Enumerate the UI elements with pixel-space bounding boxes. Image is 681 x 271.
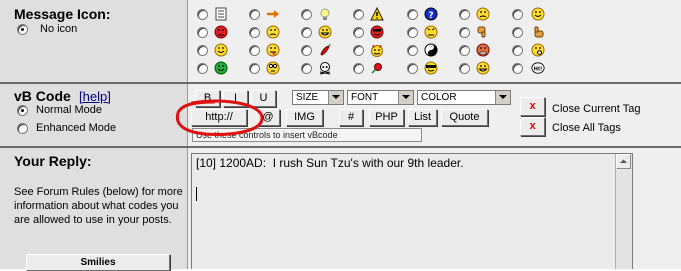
- icon-radio[interactable]: [459, 63, 470, 74]
- enhanced-mode-label: Enhanced Mode: [36, 122, 117, 134]
- icon-radio[interactable]: [353, 45, 364, 56]
- icon-radio[interactable]: [407, 45, 418, 56]
- icon-radio[interactable]: [301, 27, 312, 38]
- smile-icon: [531, 7, 545, 21]
- icon-radio[interactable]: [459, 9, 470, 20]
- icon-radio[interactable]: [407, 63, 418, 74]
- svg-text:?: ?: [428, 11, 433, 21]
- grr-icon: [476, 43, 490, 57]
- shades-icon: [424, 61, 438, 75]
- biggrin-icon: [318, 25, 332, 39]
- quote-button[interactable]: Quote: [441, 109, 488, 126]
- chevron-down-icon: [398, 91, 413, 104]
- forum-rules-help-text: See Forum Rules (below) for more informa…: [14, 186, 183, 226]
- img-button[interactable]: IMG: [286, 109, 323, 126]
- color-select-value: COLOR: [421, 92, 457, 103]
- icon-radio[interactable]: [249, 45, 260, 56]
- size-select[interactable]: SIZE: [292, 90, 344, 105]
- chevron-up-icon: [620, 159, 627, 163]
- icon-radio[interactable]: [459, 27, 470, 38]
- icon-radio[interactable]: [301, 63, 312, 74]
- chevron-down-icon: [495, 91, 510, 104]
- hash-button[interactable]: #: [339, 109, 363, 126]
- font-select-value: FONT: [351, 92, 379, 103]
- thumbs-down-icon: [477, 26, 486, 38]
- enhanced-mode-radio[interactable]: [17, 123, 28, 134]
- mad-icon: [214, 25, 228, 39]
- embarrassed-icon: [266, 61, 280, 75]
- icon-radio[interactable]: [249, 63, 260, 74]
- icon-radio[interactable]: [353, 9, 364, 20]
- vertical-scrollbar[interactable]: [615, 154, 632, 269]
- reply-text: [10] 1200AD: I rush Sun Tzu's with our 9…: [196, 156, 464, 170]
- icon-radio[interactable]: [353, 27, 364, 38]
- icon-radio[interactable]: [197, 63, 208, 74]
- icon-radio[interactable]: [407, 27, 418, 38]
- close-icon: x: [529, 100, 536, 112]
- color-select[interactable]: COLOR: [417, 90, 511, 105]
- php-button[interactable]: PHP: [369, 109, 404, 126]
- no-icon-label: No icon: [40, 23, 78, 35]
- reply-textarea[interactable]: [10] 1200AD: I rush Sun Tzu's with our 9…: [191, 153, 633, 269]
- pepper-icon: [320, 43, 331, 56]
- icon-radio[interactable]: [301, 9, 312, 20]
- icon-radio[interactable]: [512, 63, 523, 74]
- message-icon-title: Message Icon:: [14, 6, 111, 22]
- close-icon: x: [529, 120, 536, 132]
- icon-radio[interactable]: [407, 9, 418, 20]
- no-icon-radio[interactable]: [17, 24, 28, 35]
- close-current-tag-button[interactable]: x: [520, 97, 545, 116]
- eek-icon: [531, 43, 545, 57]
- frown-icon: [476, 7, 490, 21]
- vbcode-help-link[interactable]: [help]: [79, 89, 111, 104]
- normal-mode-radio[interactable]: [17, 105, 28, 116]
- icon-radio[interactable]: [353, 63, 364, 74]
- cool-icon: [370, 25, 384, 39]
- close-all-tags-button[interactable]: x: [520, 117, 545, 136]
- angry-icon: [424, 25, 438, 39]
- icon-radio[interactable]: [197, 9, 208, 20]
- devil-icon: [371, 45, 383, 57]
- icon-radio[interactable]: [512, 45, 523, 56]
- exclamation-icon: [370, 7, 384, 21]
- icon-radio[interactable]: [249, 27, 260, 38]
- vbcode-title: vB Code: [14, 88, 71, 104]
- close-all-tags-label: Close All Tags: [552, 122, 621, 134]
- icon-radio[interactable]: [512, 9, 523, 20]
- icon-radio[interactable]: [197, 27, 208, 38]
- skull-icon: [319, 62, 331, 75]
- tongue-icon: [266, 43, 280, 57]
- size-select-value: SIZE: [296, 92, 319, 103]
- close-current-tag-label: Close Current Tag: [552, 103, 641, 115]
- font-select[interactable]: FONT: [347, 90, 414, 105]
- list-button[interactable]: List: [408, 109, 437, 126]
- sad-icon: [266, 25, 280, 39]
- divider-2: [0, 146, 681, 148]
- rose-icon: [371, 63, 382, 74]
- smilies-button[interactable]: Smilies: [26, 254, 170, 271]
- text-cursor: [196, 187, 197, 201]
- alien-icon: [214, 61, 228, 75]
- icon-radio[interactable]: [249, 9, 260, 20]
- icon-radio[interactable]: [301, 45, 312, 56]
- scroll-up-button[interactable]: [616, 154, 631, 169]
- chevron-down-icon: [328, 91, 343, 104]
- arrow-right-icon: [267, 10, 279, 18]
- lightbulb-icon: [320, 8, 330, 20]
- annotation-circle: [175, 99, 264, 136]
- icon-radio[interactable]: [512, 27, 523, 38]
- icon-radio[interactable]: [459, 45, 470, 56]
- notepad-icon: [215, 7, 227, 21]
- yinyang-icon: [424, 43, 438, 57]
- normal-mode-label: Normal Mode: [36, 104, 103, 116]
- your-reply-title: Your Reply:: [14, 153, 92, 169]
- icon-radio[interactable]: [197, 45, 208, 56]
- thinking-icon: HI!: [531, 62, 545, 74]
- question-icon: ?: [424, 7, 438, 21]
- thumbs-up-icon: [534, 26, 544, 38]
- cry-icon: [476, 61, 490, 75]
- divider-1: [0, 82, 681, 84]
- wink-icon: [214, 43, 228, 57]
- svg-text:HI!: HI!: [534, 67, 543, 73]
